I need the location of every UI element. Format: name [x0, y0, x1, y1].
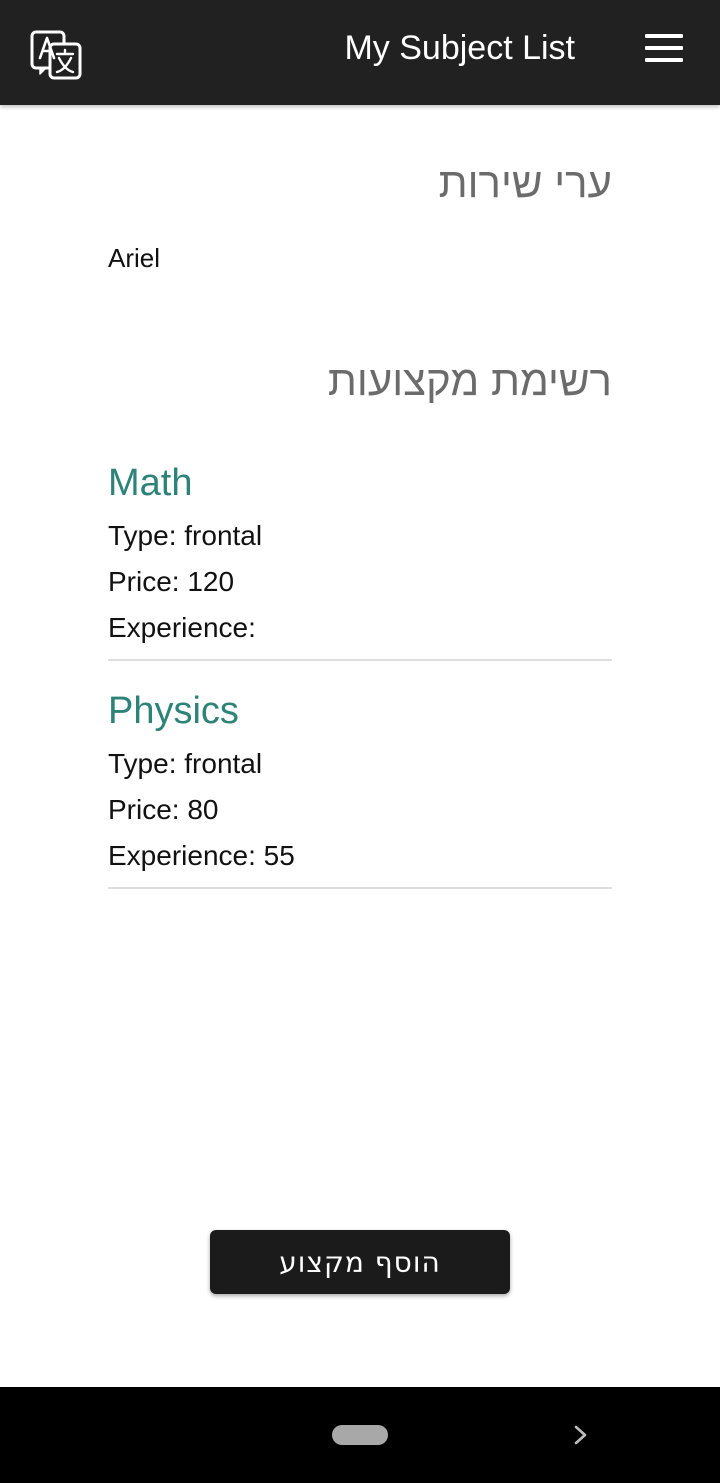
menu-line	[645, 46, 683, 50]
subject-card-math[interactable]: Math Type: frontal Price: 120 Experience…	[108, 459, 612, 661]
system-nav-bar	[0, 1387, 720, 1483]
subject-name: Physics	[108, 690, 239, 732]
subject-experience: Experience: 55	[108, 840, 295, 871]
menu-line	[645, 58, 683, 62]
menu-line	[645, 34, 683, 38]
chevron-right-icon[interactable]	[570, 1419, 592, 1451]
app-bar: My Subject List	[0, 0, 720, 105]
app-title: My Subject List	[344, 29, 575, 67]
main-content: ערי שירות Ariel רשימת מקצועות Math Type:…	[108, 105, 612, 915]
subject-type: Type: frontal	[108, 748, 263, 779]
subject-price: Price: 120	[108, 566, 235, 597]
hamburger-menu-icon[interactable]	[640, 28, 688, 68]
service-cities-heading: ערי שירות	[438, 159, 612, 206]
subject-name: Math	[108, 462, 193, 504]
subject-list: Math Type: frontal Price: 120 Experience…	[108, 459, 612, 889]
subject-price: Price: 80	[108, 794, 219, 825]
add-subject-button[interactable]: הוסף מקצוע	[210, 1230, 510, 1294]
subject-experience: Experience:	[108, 612, 256, 643]
translate-icon[interactable]	[28, 28, 84, 84]
home-pill-icon[interactable]	[332, 1425, 388, 1445]
subject-card-physics[interactable]: Physics Type: frontal Price: 80 Experien…	[108, 687, 612, 889]
app-root: My Subject List ערי שירות Ariel רשימת מק…	[0, 0, 720, 1483]
service-city-value: Ariel	[108, 243, 161, 273]
subjects-list-heading: רשימת מקצועות	[327, 357, 612, 404]
subject-type: Type: frontal	[108, 520, 263, 551]
